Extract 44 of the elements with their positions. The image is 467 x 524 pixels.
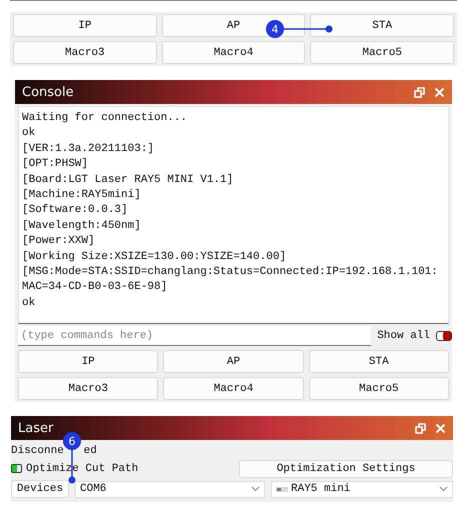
macro-button[interactable]: IP bbox=[18, 350, 158, 373]
macro-button[interactable]: AP bbox=[163, 350, 304, 373]
chevron-down-icon bbox=[439, 486, 448, 492]
close-icon[interactable] bbox=[435, 422, 446, 434]
restore-icon[interactable] bbox=[415, 422, 426, 434]
console-line: [Wavelength:450nm] bbox=[22, 218, 142, 234]
port-dropdown[interactable]: COM6 bbox=[75, 480, 265, 498]
close-icon[interactable] bbox=[434, 86, 445, 98]
macro-button[interactable]: Macro4 bbox=[163, 377, 304, 400]
console-line: [Working Size:XSIZE=130.00:YSIZE=140.00] bbox=[22, 250, 288, 265]
console-line: [MSG:Mode=STA:SSID=changlang:Status=Connected:IP=192.168.1.101: bbox=[22, 265, 439, 280]
console-line: [OPT:PHSW] bbox=[22, 157, 90, 172]
devices-button[interactable]: Devices bbox=[11, 480, 69, 498]
macro-button[interactable]: Macro3 bbox=[13, 41, 157, 64]
console-line: [Machine:RAY5mini] bbox=[22, 188, 142, 204]
panel-title: Console bbox=[22, 84, 75, 100]
macro-button[interactable]: Macro3 bbox=[18, 377, 158, 400]
connection-status: Disconne bbox=[11, 444, 64, 459]
optimization-settings-button[interactable]: Optimization Settings bbox=[239, 460, 453, 478]
console-line: [Power:XXW] bbox=[22, 234, 96, 250]
macro-button[interactable]: STA bbox=[308, 350, 449, 373]
machine-dropdown[interactable]: RAY5 mini bbox=[271, 480, 453, 498]
macro-button[interactable]: Macro5 bbox=[308, 377, 449, 400]
command-field[interactable]: (type commands here) bbox=[18, 326, 372, 346]
macro-button[interactable]: Macro5 bbox=[310, 41, 454, 64]
optimize-toggle[interactable] bbox=[11, 464, 22, 473]
console-line: MAC=34-CD-B0-03-6E-98] bbox=[22, 280, 168, 296]
leader-line bbox=[284, 25, 334, 33]
show-all-toggle[interactable] bbox=[436, 331, 452, 341]
console-line: ok bbox=[22, 296, 36, 311]
macro-button[interactable]: STA bbox=[310, 14, 454, 37]
macro-button[interactable]: Macro4 bbox=[162, 41, 306, 64]
console-line: ok bbox=[22, 126, 36, 142]
panel-title: Laser bbox=[18, 420, 54, 436]
show-all-label: Show all bbox=[377, 330, 430, 342]
connection-status: ed bbox=[84, 444, 97, 459]
restore-icon[interactable] bbox=[414, 86, 425, 98]
console-line: [Board:LGT Laser RAY5 MINI V1.1] bbox=[22, 172, 234, 188]
console-line: [Software:0.0.3] bbox=[22, 203, 129, 218]
chevron-down-icon bbox=[251, 486, 260, 492]
console-line: Waiting for connection... bbox=[22, 111, 188, 126]
console-line: [VER:1.3a.20211103:] bbox=[22, 142, 156, 157]
device-icon bbox=[276, 486, 288, 492]
macro-button[interactable]: IP bbox=[13, 14, 157, 37]
